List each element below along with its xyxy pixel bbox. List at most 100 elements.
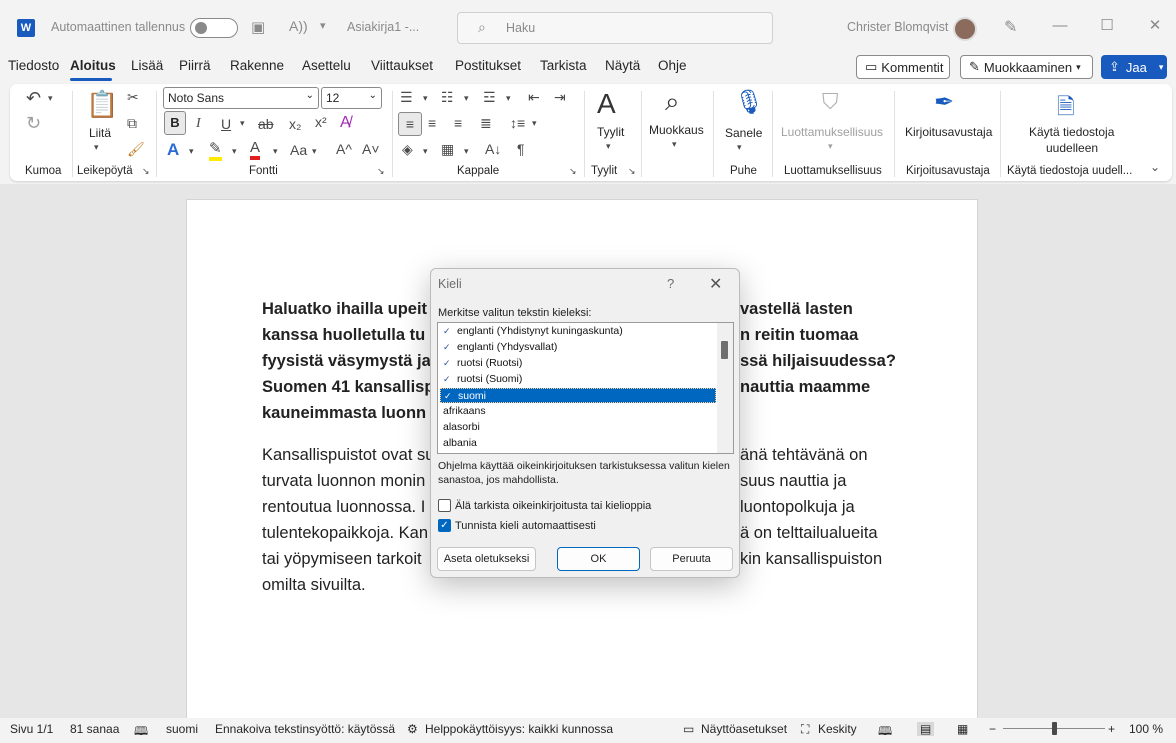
share-button[interactable]: ⇪ Jaa ▾: [1101, 55, 1167, 79]
font-size-select[interactable]: 12 ⌄: [321, 87, 382, 109]
maximize-icon[interactable]: ☐: [1097, 16, 1117, 34]
display-settings-icon[interactable]: ▭: [683, 722, 694, 736]
strikethrough-button[interactable]: ab: [258, 116, 274, 132]
chevron-down-icon[interactable]: ▾: [532, 118, 537, 129]
copy-icon[interactable]: ⧉: [127, 115, 137, 132]
decrease-indent-icon[interactable]: ⇤: [528, 89, 540, 106]
numbering-icon[interactable]: ☷: [441, 89, 454, 106]
chevron-down-icon[interactable]: ▾: [240, 118, 245, 129]
tab-aloitus[interactable]: Aloitus: [70, 58, 116, 73]
chevron-down-icon[interactable]: ▾: [423, 146, 428, 157]
minimize-icon[interactable]: —: [1050, 17, 1070, 34]
word-count[interactable]: 81 sanaa: [70, 722, 119, 736]
save-icon[interactable]: ▣: [251, 18, 265, 36]
change-case-button[interactable]: Aa: [290, 142, 307, 158]
read-aloud-icon[interactable]: A)): [289, 18, 308, 34]
close-icon[interactable]: ✕: [709, 274, 722, 294]
dialog-launcher-icon[interactable]: ↘: [569, 166, 577, 177]
grow-font-button[interactable]: A^: [336, 141, 352, 157]
list-item[interactable]: ✓ ruotsi (Ruotsi): [440, 356, 716, 371]
list-item[interactable]: albania: [440, 436, 716, 451]
dialog-launcher-icon[interactable]: ↘: [142, 166, 150, 177]
align-right-icon[interactable]: ≡: [454, 115, 462, 131]
subscript-button[interactable]: x₂: [289, 116, 301, 132]
zoom-in-button[interactable]: +: [1108, 722, 1115, 736]
font-name-select[interactable]: Noto Sans ⌄: [163, 87, 319, 109]
language-status[interactable]: suomi: [166, 722, 198, 736]
borders-icon[interactable]: ▦: [441, 141, 454, 158]
chevron-down-icon[interactable]: ▾: [737, 142, 742, 153]
microphone-icon[interactable]: 🎙: [734, 88, 764, 117]
comments-button[interactable]: ▭ Kommentit: [856, 55, 950, 79]
italic-button[interactable]: I: [196, 116, 201, 132]
predictive-text-status[interactable]: Ennakoiva tekstinsyöttö: käytössä: [215, 722, 395, 736]
tab-lisaa[interactable]: Lisää: [131, 58, 163, 73]
styles-label[interactable]: Tyylit: [597, 125, 624, 139]
body-paragraph-right[interactable]: änä tehtävänä on suus nauttia ja luontop…: [740, 442, 900, 572]
chevron-down-icon[interactable]: ▾: [464, 146, 469, 157]
dialog-launcher-icon[interactable]: ↘: [628, 166, 636, 177]
detect-language-checkbox[interactable]: ✓: [438, 519, 451, 532]
avatar[interactable]: [953, 17, 977, 41]
editing-mode-button[interactable]: ✎ Muokkaaminen ▾: [960, 55, 1093, 79]
clear-formatting-icon[interactable]: A̸: [340, 114, 351, 132]
bold-button[interactable]: B: [164, 111, 186, 135]
chevron-down-icon[interactable]: ▾: [606, 141, 611, 152]
format-painter-icon[interactable]: 🖌: [127, 141, 145, 158]
shrink-font-button[interactable]: A˅: [362, 141, 380, 157]
redo-icon[interactable]: ↻: [26, 113, 41, 134]
undo-icon[interactable]: ↶: [26, 88, 41, 109]
scrollbar-thumb[interactable]: [721, 341, 728, 359]
help-icon[interactable]: ?: [667, 276, 674, 291]
zoom-out-button[interactable]: −: [989, 722, 996, 736]
list-item[interactable]: ✓ englanti (Yhdysvallat): [440, 340, 716, 355]
search-input[interactable]: ⌕ Haku: [457, 12, 773, 44]
tab-tiedosto[interactable]: Tiedosto: [8, 58, 59, 73]
zoom-level[interactable]: 100 %: [1129, 722, 1163, 736]
tab-rakenne[interactable]: Rakenne: [230, 58, 284, 73]
list-item[interactable]: alasorbi: [440, 420, 716, 435]
reuse-label-line2[interactable]: uudelleen: [1046, 141, 1098, 155]
text-effects-icon[interactable]: A: [167, 140, 179, 160]
chevron-down-icon[interactable]: ▾: [464, 93, 469, 104]
line-spacing-icon[interactable]: ↕≡: [510, 115, 525, 131]
no-proofing-label[interactable]: Älä tarkista oikeinkirjoitusta tai kieli…: [455, 500, 651, 512]
tab-ohje[interactable]: Ohje: [658, 58, 687, 73]
chevron-down-icon[interactable]: ▾: [273, 146, 278, 157]
chevron-down-icon[interactable]: ▾: [94, 142, 99, 153]
language-list[interactable]: ✓ englanti (Yhdistynyt kuningaskunta) ✓ en…: [437, 322, 734, 454]
list-item[interactable]: ✓ ruotsi (Suomi): [440, 372, 716, 387]
paste-label[interactable]: Liitä: [89, 126, 111, 140]
customize-qat-icon[interactable]: ▾: [320, 19, 326, 32]
close-window-icon[interactable]: ✕: [1145, 16, 1165, 34]
dialog-launcher-icon[interactable]: ↘: [377, 166, 385, 177]
tab-tarkista[interactable]: Tarkista: [540, 58, 587, 73]
focus-icon[interactable]: ⛶: [801, 722, 809, 737]
reuse-files-icon[interactable]: 🗎: [1057, 90, 1075, 128]
ok-button[interactable]: OK: [557, 547, 640, 571]
bullets-icon[interactable]: ☰: [400, 89, 413, 106]
reuse-label-line1[interactable]: Käytä tiedostoja: [1029, 125, 1114, 139]
align-center-icon[interactable]: ≡: [428, 115, 436, 131]
underline-button[interactable]: U: [221, 116, 231, 132]
align-left-icon[interactable]: ≡: [398, 112, 422, 136]
user-name[interactable]: Christer Blomqvist: [847, 20, 948, 34]
chevron-down-icon[interactable]: ▾: [312, 146, 317, 157]
editor-label[interactable]: Kirjoitusavustaja: [905, 125, 992, 139]
web-layout-icon[interactable]: ▦: [957, 722, 968, 736]
tab-viittaukset[interactable]: Viittaukset: [371, 58, 433, 73]
superscript-button[interactable]: x²: [315, 114, 327, 130]
tab-piirra[interactable]: Piirrä: [179, 58, 211, 73]
tab-asettelu[interactable]: Asettelu: [302, 58, 351, 73]
highlight-icon[interactable]: ✎: [209, 139, 222, 161]
page-count[interactable]: Sivu 1/1: [10, 722, 53, 736]
chevron-down-icon[interactable]: ▾: [232, 146, 237, 157]
tab-nayta[interactable]: Näytä: [605, 58, 640, 73]
no-proofing-checkbox[interactable]: [438, 499, 451, 512]
chevron-down-icon[interactable]: ▾: [48, 93, 53, 104]
accessibility-status[interactable]: Helppokäyttöisyys: kaikki kunnossa: [425, 722, 613, 736]
font-color-icon[interactable]: A: [250, 139, 261, 160]
tab-postitukset[interactable]: Postitukset: [455, 58, 521, 73]
list-item[interactable]: afrikaans: [440, 404, 716, 419]
magnifier-icon[interactable]: ⌕: [665, 86, 680, 118]
